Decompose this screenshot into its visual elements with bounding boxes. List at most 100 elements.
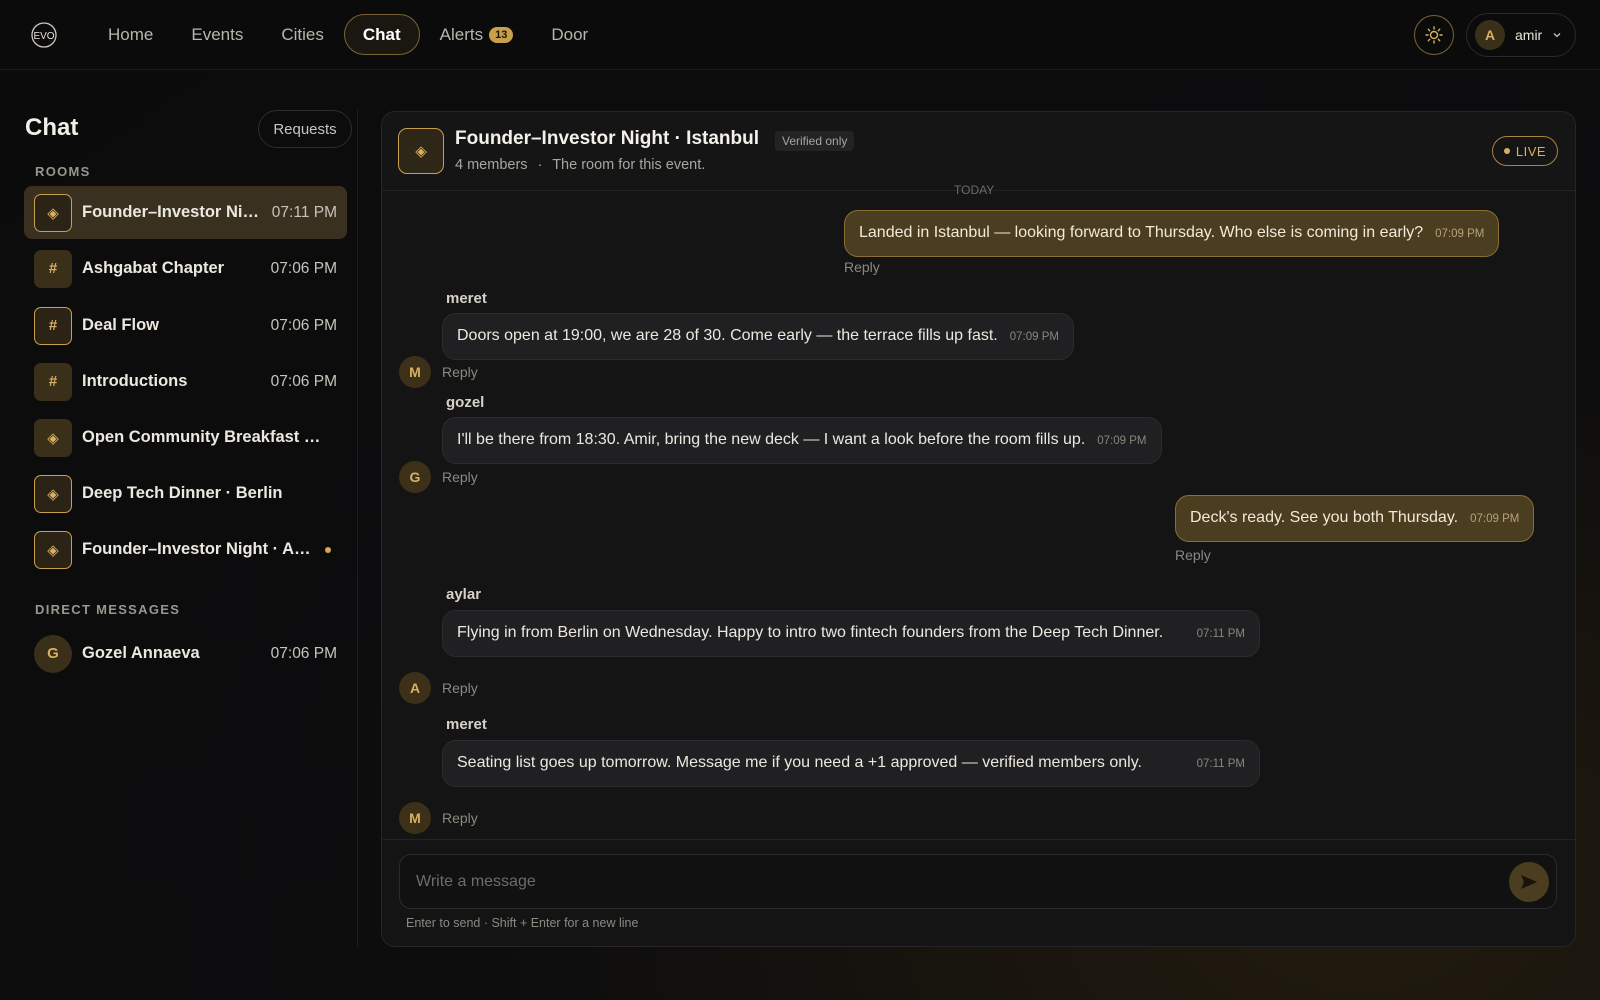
message-sender[interactable]: gozel [446,394,484,411]
room-name: Introductions [82,372,188,390]
room-item[interactable]: ◈ Founder–Investor Night · Istanbul 07:1… [24,186,347,239]
message-bubble-own[interactable]: Landed in Istanbul — looking forward to … [844,210,1500,257]
rooms-section-label: ROOMS [35,164,91,179]
hash-icon: # [34,249,72,288]
nav-door[interactable]: Door [533,14,606,55]
diamond-icon: ◈ [34,418,72,457]
reply-button[interactable]: Reply [844,259,880,275]
message-text: Doors open at 19:00, we are 28 of 30. Co… [457,327,998,344]
room-time: 07:06 PM [270,372,337,390]
room-time: 07:06 PM [270,316,337,334]
live-badge: LIVE [1492,136,1558,166]
nav-cities-label: Cities [281,24,324,44]
reply-button[interactable]: Reply [1175,547,1211,563]
nav-events[interactable]: Events [173,14,261,55]
avatar: G [34,634,72,673]
top-nav-bar: EVO Home Events Cities Chat Alerts 13 Doo… [0,0,1600,70]
room-subtitle: 4 members · The room for this event. [455,157,706,173]
message-time: 07:11 PM [1196,628,1245,640]
alerts-count-badge: 13 [489,26,514,43]
room-name: Deep Tech Dinner · Berlin [82,484,283,502]
reply-button[interactable]: Reply [442,364,478,380]
message-sender[interactable]: meret [446,716,487,733]
member-count[interactable]: 4 members [455,157,528,173]
sidebar-title: Chat [25,114,79,141]
hash-icon: # [34,362,72,401]
diamond-icon: ◈ [34,193,72,232]
dm-time: 07:06 PM [270,644,337,662]
room-name: Ashgabat Chapter [82,259,225,277]
message-input[interactable] [416,869,1476,895]
room-item[interactable]: # Introductions 07:06 PM [24,355,347,408]
message-bubble[interactable]: Seating list goes up tomorrow. Message m… [442,740,1260,787]
room-description: The room for this event. [552,157,706,173]
room-name: Founder–Investor Night · Istanbul [82,203,260,221]
send-icon [1521,875,1538,889]
avatar[interactable]: M [399,802,431,834]
room-time: 07:11 PM [271,203,337,221]
room-item[interactable]: # Ashgabat Chapter 07:06 PM [24,242,347,295]
message-text: Deck's ready. See you both Thursday. [1190,509,1459,526]
main-nav: Home Events Cities Chat Alerts 13 Door [90,14,608,55]
chat-header: ◈ Founder–Investor Night · Istanbul Veri… [382,112,1575,191]
requests-button[interactable]: Requests [258,110,352,148]
nav-chat-label: Chat [362,24,401,44]
date-divider: TODAY [954,183,995,197]
message-sender[interactable]: meret [446,290,487,307]
message-bubble[interactable]: Flying in from Berlin on Wednesday. Happ… [442,610,1260,657]
message-bubble[interactable]: I'll be there from 18:30. Amir, bring th… [442,417,1162,464]
room-item[interactable]: ◈ Founder–Investor Night · A… [24,523,347,576]
composer-divider [382,839,1575,840]
nav-chat[interactable]: Chat [343,14,420,55]
message-text: Seating list goes up tomorrow. Message m… [457,754,1142,771]
reply-button[interactable]: Reply [442,469,478,485]
reply-button[interactable]: Reply [442,680,478,696]
chat-panel: ◈ Founder–Investor Night · Istanbul Veri… [381,111,1576,947]
nav-events-label: Events [191,24,244,44]
nav-cities[interactable]: Cities [263,14,342,55]
room-time: 07:06 PM [270,259,337,277]
avatar[interactable]: M [399,356,431,388]
message-bubble[interactable]: Doors open at 19:00, we are 28 of 30. Co… [442,313,1074,360]
user-avatar: A [1475,20,1505,50]
dm-name: Gozel Annaeva [82,644,200,662]
hash-icon: # [34,306,72,345]
nav-home[interactable]: Home [90,14,171,55]
reply-button[interactable]: Reply [442,810,478,826]
composer-hint: Enter to send · Shift + Enter for a new … [406,916,639,930]
send-button[interactable] [1509,862,1549,902]
nav-alerts[interactable]: Alerts 13 [422,14,532,55]
unread-dot [325,546,331,553]
chevron-down-icon [1553,33,1561,38]
room-name: Deal Flow [82,316,160,334]
message-sender[interactable]: aylar [446,586,481,603]
live-label: LIVE [1515,143,1547,159]
message-text: I'll be there from 18:30. Amir, bring th… [457,431,1086,448]
message-bubble-own[interactable]: Deck's ready. See you both Thursday. 07:… [1175,495,1535,542]
sidebar-divider [357,110,358,946]
room-item[interactable]: ◈ Deep Tech Dinner · Berlin [24,467,347,520]
diamond-icon: ◈ [34,474,72,513]
message-text: Landed in Istanbul — looking forward to … [859,224,1424,241]
avatar[interactable]: G [399,461,431,493]
message-text: Flying in from Berlin on Wednesday. Happ… [457,624,1164,641]
svg-text:EVO: EVO [33,31,54,42]
user-menu-button[interactable]: A amir [1466,13,1576,57]
chat-sidebar: Chat Requests ROOMS ◈ Founder–Investor N… [0,70,358,950]
room-item[interactable]: ◈ Open Community Breakfast … [24,411,347,464]
nav-door-label: Door [551,24,589,44]
message-time: 07:11 PM [1196,758,1245,770]
message-composer [399,854,1557,909]
user-name: amir [1515,27,1543,43]
room-title: Founder–Investor Night · Istanbul [455,128,760,149]
avatar[interactable]: A [399,672,431,704]
evo-logo[interactable]: EVO [29,20,59,50]
theme-toggle-button[interactable] [1414,15,1454,55]
dm-item[interactable]: G Gozel Annaeva 07:06 PM [24,627,347,680]
room-name: Open Community Breakfast … [82,428,321,446]
live-dot [1503,148,1510,154]
message-time: 07:09 PM [1009,331,1059,343]
room-item[interactable]: # Deal Flow 07:06 PM [24,299,347,352]
direct-messages-section-label: DIRECT MESSAGES [35,602,181,617]
verified-only-badge: Verified only [775,131,855,151]
